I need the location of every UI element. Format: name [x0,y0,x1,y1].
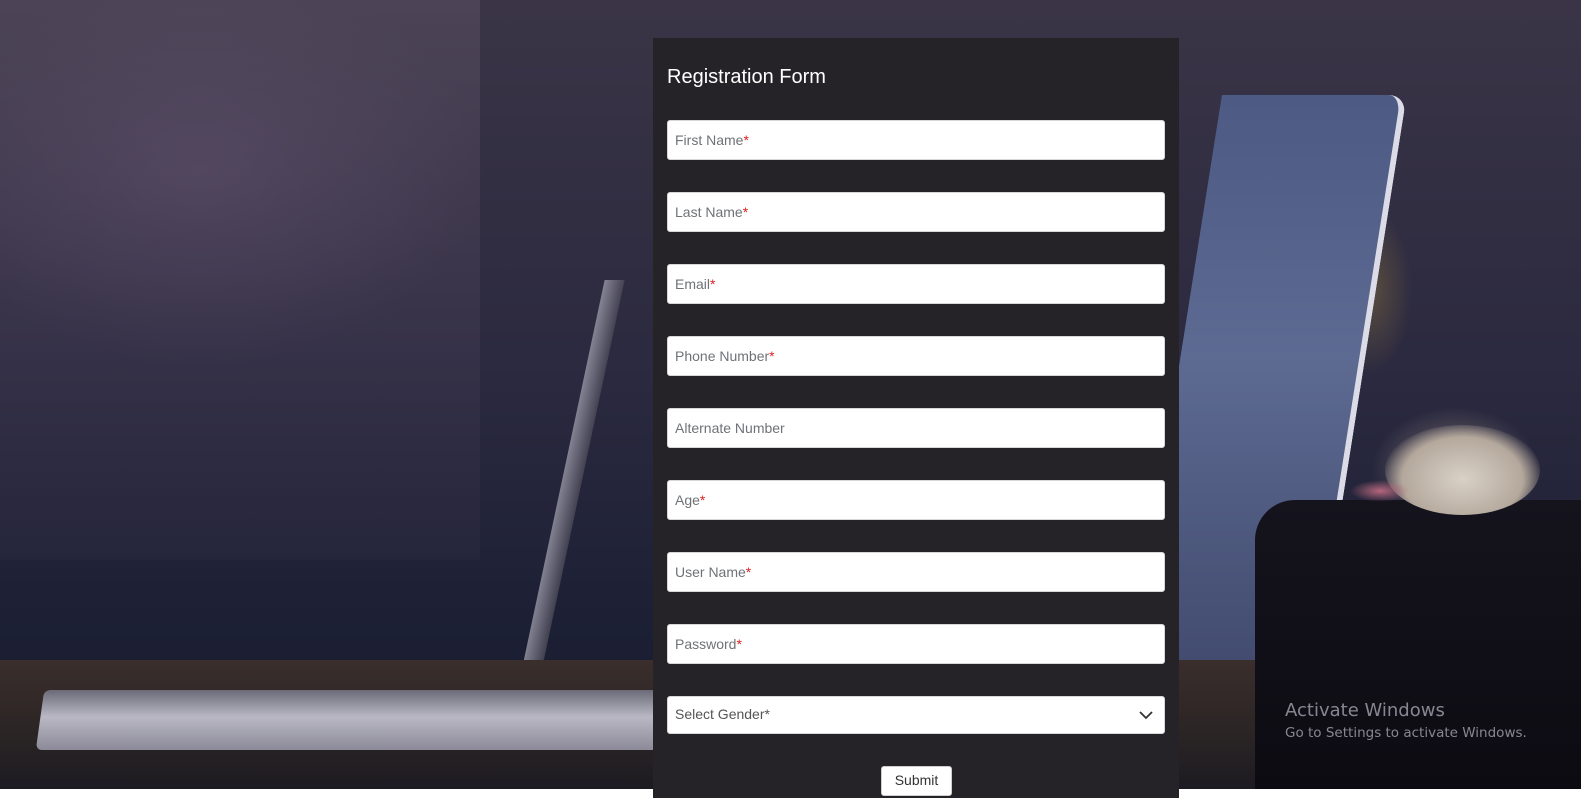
activate-windows-watermark: Activate Windows Go to Settings to activ… [1285,700,1527,741]
required-asterisk: * [742,204,749,220]
last-name-input[interactable]: Last Name* [667,192,1165,232]
first-name-placeholder: First Name [675,132,744,148]
required-asterisk: * [769,348,775,364]
phone-number-input[interactable]: Phone Number* [667,336,1165,376]
first-name-input[interactable]: First Name* [667,120,1165,160]
registration-form: Registration Form First Name* Last Name*… [653,38,1179,798]
gender-select-value: Select Gender* [675,706,770,722]
activate-windows-subtitle: Go to Settings to activate Windows. [1285,725,1527,741]
gender-select[interactable]: Select Gender* [667,696,1165,734]
required-asterisk: * [745,564,752,580]
required-asterisk: * [699,492,706,508]
password-input[interactable]: Password* [667,624,1165,664]
background-flower [1350,480,1410,502]
form-title: Registration Form [667,66,826,88]
age-input[interactable]: Age* [667,480,1165,520]
required-asterisk: * [736,636,742,652]
submit-button[interactable]: Submit [881,766,952,796]
alternate-number-input[interactable]: Alternate Number [667,408,1165,448]
user-name-input[interactable]: User Name* [667,552,1165,592]
user-name-placeholder: User Name [675,564,746,580]
alternate-number-placeholder: Alternate Number [675,420,785,436]
last-name-placeholder: Last Name [675,204,743,220]
password-placeholder: Password [675,636,737,652]
background-wall [0,0,480,560]
background-laptop-left-screen [515,280,625,700]
email-input[interactable]: Email* [667,264,1165,304]
phone-number-placeholder: Phone Number [675,348,770,364]
required-asterisk: * [710,276,716,292]
background-laptop-left-keyboard [35,690,675,750]
activate-windows-title: Activate Windows [1285,700,1445,721]
required-asterisk: * [743,132,749,148]
age-placeholder: Age [675,492,700,508]
email-placeholder: Email [675,276,711,292]
background-plant-pot [1255,500,1581,789]
chevron-down-icon [1139,711,1153,720]
